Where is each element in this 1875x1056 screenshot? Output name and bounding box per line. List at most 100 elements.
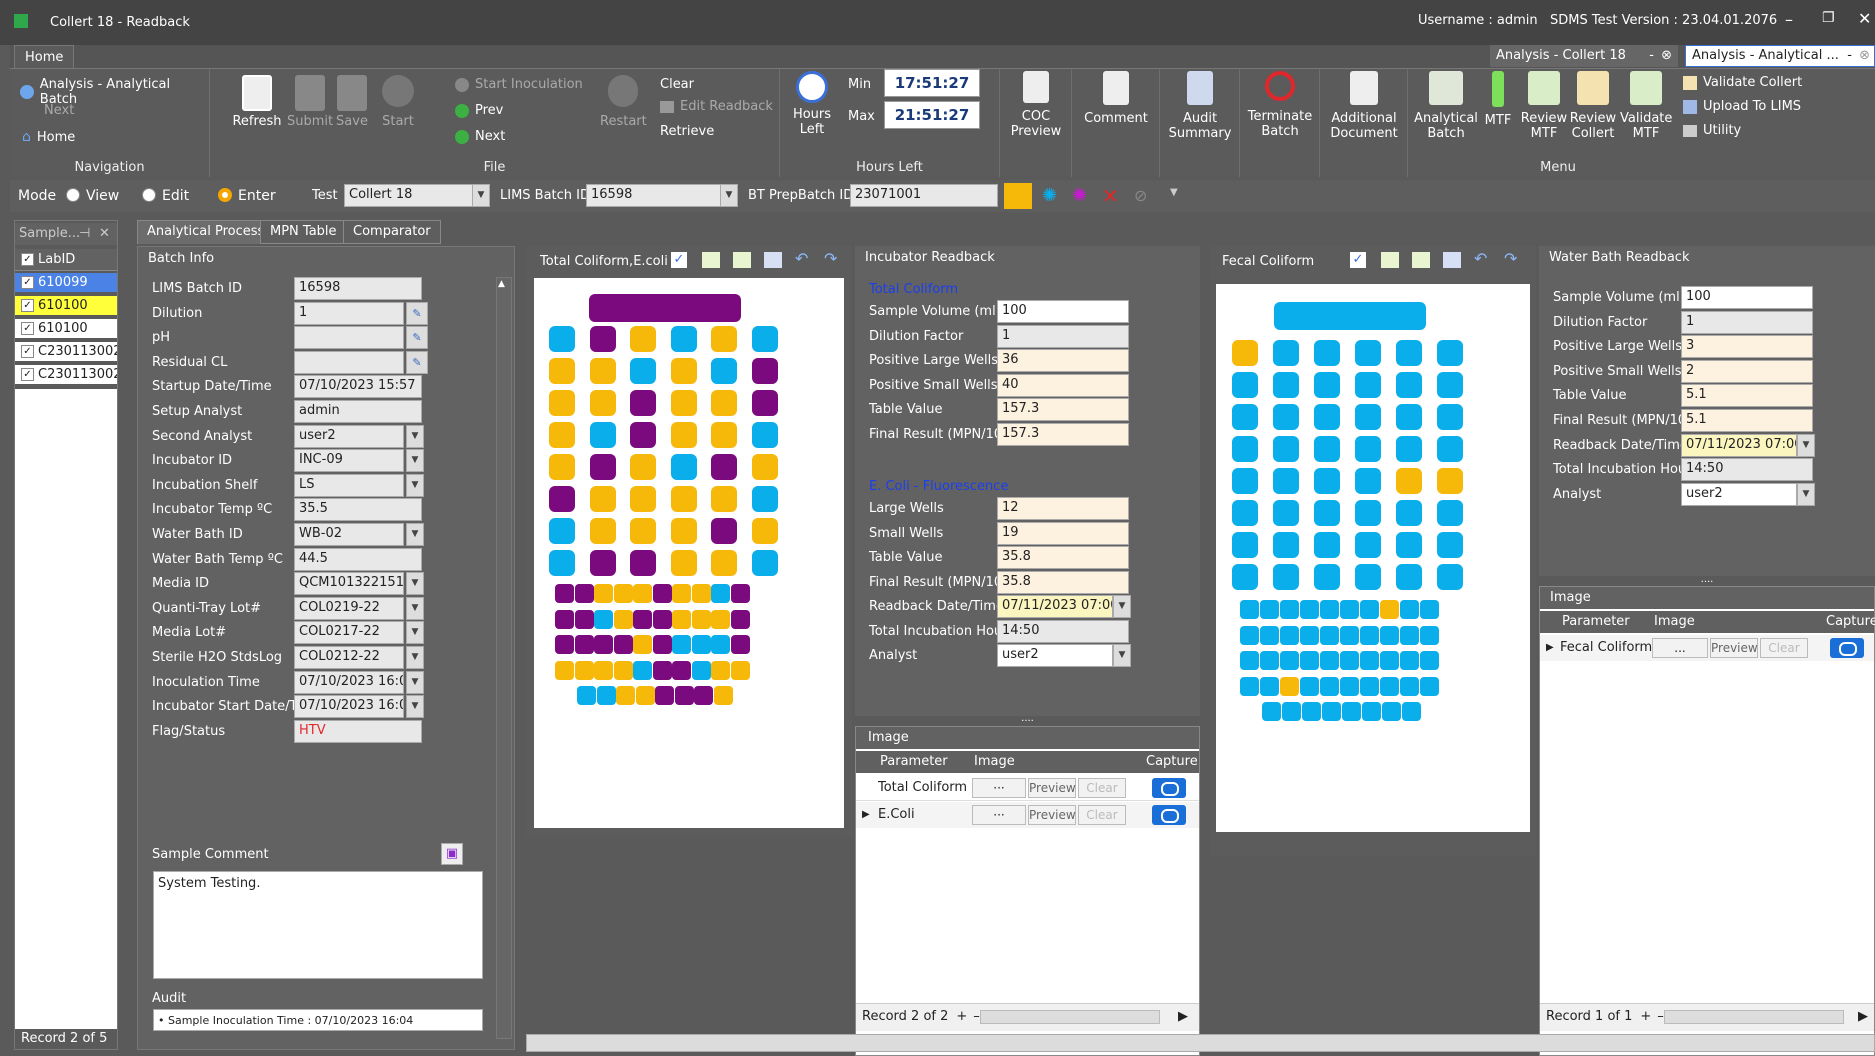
- small-well[interactable]: [1240, 651, 1259, 670]
- start-button[interactable]: Start: [378, 75, 418, 129]
- validate-collert-button[interactable]: Validate Collert: [1683, 75, 1802, 90]
- small-well[interactable]: [1280, 651, 1299, 670]
- edit-pencil-icon[interactable]: ✎: [406, 301, 428, 325]
- small-well[interactable]: [613, 635, 633, 654]
- small-well[interactable]: [594, 660, 613, 680]
- large-well[interactable]: [1273, 436, 1299, 462]
- tab-home[interactable]: Home: [14, 45, 75, 68]
- large-well[interactable]: [1232, 436, 1258, 462]
- small-well[interactable]: [633, 660, 652, 680]
- browse-button[interactable]: ...: [1652, 638, 1708, 658]
- large-well[interactable]: [711, 358, 737, 384]
- dropdown-icon[interactable]: ▼: [1113, 595, 1131, 618]
- field-value[interactable]: 16598: [294, 277, 422, 300]
- small-well[interactable]: [1320, 625, 1339, 645]
- small-well[interactable]: [1260, 651, 1279, 670]
- small-well[interactable]: [672, 584, 691, 603]
- large-well[interactable]: [630, 518, 656, 544]
- row-checkbox[interactable]: ✓: [21, 299, 34, 312]
- field-value[interactable]: user2: [997, 644, 1113, 667]
- small-well[interactable]: [1360, 651, 1379, 670]
- preview-button[interactable]: Preview: [1710, 638, 1758, 658]
- retrieve-button[interactable]: Retrieve: [660, 124, 714, 139]
- small-well[interactable]: [594, 609, 613, 629]
- field-value[interactable]: 1: [294, 301, 404, 325]
- grid-icon[interactable]: [1381, 252, 1399, 268]
- doc-tab-close-icon[interactable]: ⊗: [1661, 45, 1672, 67]
- next-button[interactable]: Next: [455, 129, 505, 144]
- col-image[interactable]: Image: [1654, 611, 1695, 633]
- dropdown-icon[interactable]: ▼: [1113, 644, 1131, 667]
- large-well[interactable]: [1314, 468, 1340, 494]
- field-value[interactable]: 19: [997, 521, 1129, 545]
- redo-icon[interactable]: ↷: [1504, 249, 1517, 268]
- small-well[interactable]: [594, 635, 613, 654]
- list-item[interactable]: ✓ 610100: [15, 319, 117, 338]
- edit-radio[interactable]: [142, 188, 156, 202]
- dropdown-icon[interactable]: ▼: [406, 621, 424, 645]
- nav-home[interactable]: ⌂ Home: [22, 129, 75, 145]
- row-checkbox[interactable]: ✓: [21, 276, 34, 289]
- large-well[interactable]: [1232, 532, 1258, 558]
- splitter-handle[interactable]: ....: [855, 714, 1200, 726]
- small-well[interactable]: [1342, 702, 1361, 721]
- small-well[interactable]: [1400, 625, 1419, 645]
- field-value[interactable]: LS: [294, 473, 404, 497]
- large-well[interactable]: [711, 326, 737, 352]
- large-well[interactable]: [1396, 372, 1422, 398]
- small-well[interactable]: [655, 686, 674, 705]
- validate-mtf-button[interactable]: Validate MTF: [1620, 71, 1672, 141]
- grid-icon[interactable]: [702, 252, 720, 268]
- large-well[interactable]: [1396, 564, 1422, 590]
- large-well[interactable]: [711, 454, 737, 480]
- large-well[interactable]: [630, 390, 656, 416]
- large-well[interactable]: [589, 454, 616, 480]
- dropdown-icon[interactable]: ▼: [406, 473, 424, 497]
- small-well[interactable]: [1260, 600, 1279, 619]
- large-well[interactable]: [1355, 436, 1381, 462]
- small-well[interactable]: [1340, 676, 1359, 696]
- undo-icon[interactable]: ↶: [1474, 249, 1487, 268]
- field-value[interactable]: 35.8: [997, 570, 1129, 594]
- field-value[interactable]: 12: [997, 497, 1129, 520]
- field-value[interactable]: 157.3: [997, 422, 1129, 446]
- list-item[interactable]: ✓ 610099: [15, 273, 117, 292]
- large-well[interactable]: [1314, 340, 1340, 366]
- preview-button[interactable]: Preview: [1028, 805, 1076, 825]
- clear-image-button[interactable]: Clear: [1078, 778, 1126, 798]
- large-well[interactable]: [751, 358, 778, 384]
- submit-button[interactable]: Submit: [287, 75, 333, 129]
- small-well[interactable]: [711, 609, 730, 629]
- dropdown-icon[interactable]: ▼: [406, 596, 424, 620]
- terminate-batch-button[interactable]: Terminate Batch: [1244, 71, 1316, 139]
- large-well[interactable]: [1437, 468, 1463, 494]
- small-well[interactable]: [1280, 676, 1299, 696]
- refresh-button[interactable]: Refresh: [232, 75, 282, 129]
- large-well[interactable]: [1314, 500, 1340, 526]
- field-value[interactable]: 2: [1681, 359, 1813, 383]
- large-well[interactable]: [549, 454, 575, 480]
- small-well[interactable]: [1380, 676, 1399, 696]
- small-well[interactable]: [1380, 625, 1399, 645]
- large-well[interactable]: [1232, 404, 1258, 430]
- main-horizontal-scrollbar[interactable]: [526, 1034, 1875, 1052]
- large-well[interactable]: [1437, 372, 1463, 398]
- small-well[interactable]: [1360, 625, 1379, 645]
- small-well[interactable]: [1260, 625, 1279, 645]
- clear-button[interactable]: Clear: [660, 77, 694, 92]
- small-well[interactable]: [713, 686, 733, 705]
- table-row[interactable]: ▶ E.Coli ··· Preview Clear: [856, 802, 1199, 828]
- minimize-icon[interactable]: –: [1785, 10, 1793, 29]
- large-well[interactable]: [670, 486, 697, 512]
- redo-icon[interactable]: ↷: [824, 249, 837, 268]
- hours-left-button[interactable]: Hours Left: [790, 71, 834, 137]
- large-well[interactable]: [1232, 340, 1258, 366]
- large-well[interactable]: [670, 390, 697, 416]
- large-well[interactable]: [1396, 404, 1422, 430]
- small-well[interactable]: [577, 686, 596, 705]
- large-well[interactable]: [1314, 372, 1340, 398]
- small-well[interactable]: [691, 660, 711, 680]
- large-well[interactable]: [1437, 500, 1463, 526]
- sample-list-close-icon[interactable]: ✕: [99, 223, 110, 245]
- prev-button[interactable]: Prev: [455, 103, 503, 118]
